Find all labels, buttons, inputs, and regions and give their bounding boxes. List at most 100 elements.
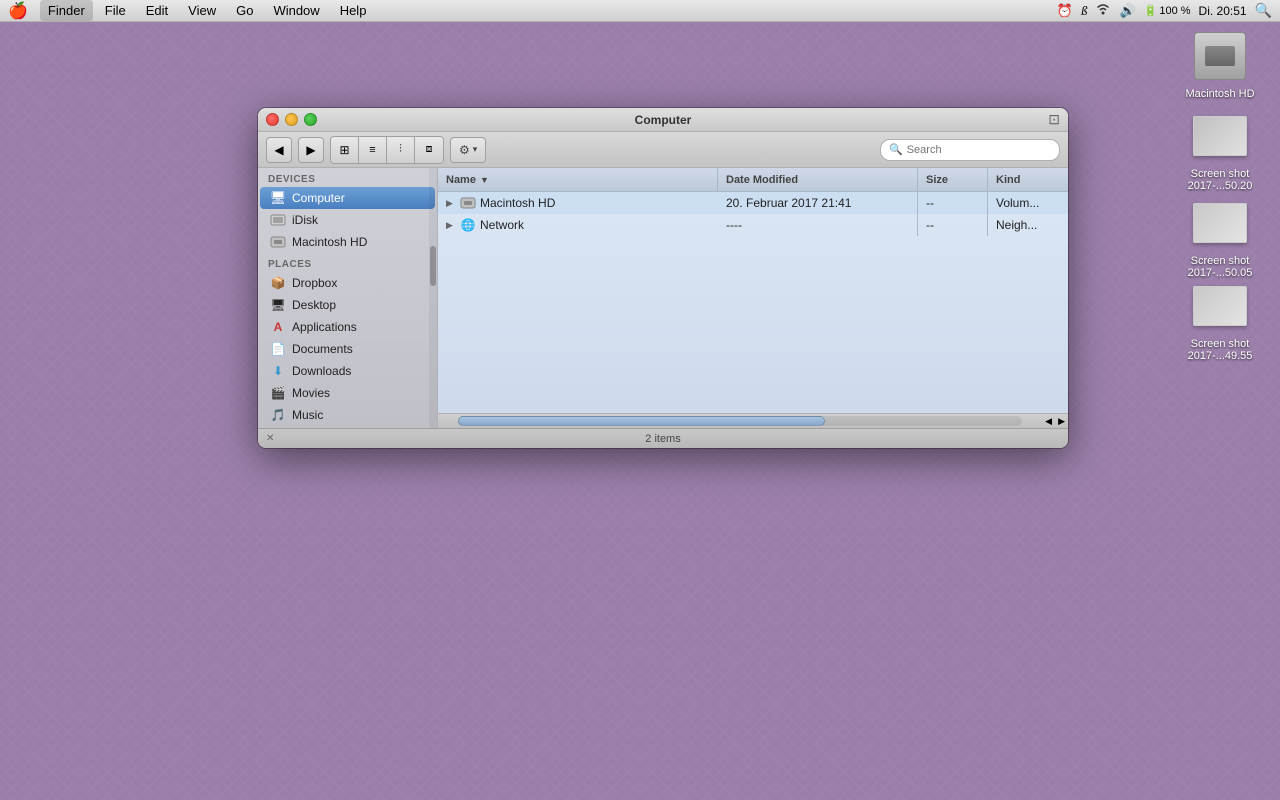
spotlight-icon[interactable]: 🔍 [1255,2,1272,19]
close-button[interactable] [266,113,279,126]
computer-icon: 🖥 [270,190,286,206]
col-kind-label: Kind [996,174,1020,186]
row-macintosh-hd-name: Macintosh HD [480,196,555,210]
sidebar-item-applications[interactable]: A Applications [260,316,435,338]
search-box[interactable]: 🔍 [880,139,1060,161]
places-section-label: PLACES [258,253,437,272]
sidebar-label-desktop: Desktop [292,298,336,312]
row-network-name: Network [480,218,524,232]
desktop-screenshot-1-label: Screen shot 2017-...50.20 [1182,168,1258,192]
battery-display: 🔋 100 % [1144,4,1191,17]
col-date-label: Date Modified [726,174,798,186]
sidebar-item-idisk[interactable]: iDisk [260,209,435,231]
window-body: DEVICES 🖥 Computer iDisk Macintosh HD PL… [258,168,1068,428]
network-row-icon: 🌐 [460,217,476,233]
macintosh-hd-row-icon [460,195,476,211]
wifi-icon[interactable] [1095,3,1111,18]
sidebar-item-computer[interactable]: 🖥 Computer [260,187,435,209]
bluetooth-icon[interactable]: ß [1081,3,1088,19]
resize-icon[interactable]: ⊡ [1048,111,1060,128]
sidebar-label-dropbox: Dropbox [292,276,337,290]
scroll-left-arrow[interactable]: ◀ [1042,416,1055,427]
sidebar-scrollthumb[interactable] [430,246,436,286]
col-name-header[interactable]: Name ▼ [438,168,718,191]
sidebar-item-macintosh-hd[interactable]: Macintosh HD [260,231,435,253]
row-macintosh-hd-size: -- [918,192,988,214]
hdd-icon-image [1192,28,1248,84]
col-date-header[interactable]: Date Modified [718,168,918,191]
hscroll-thumb[interactable] [458,416,825,426]
battery-icon[interactable]: 🔋 [1144,4,1158,17]
applications-icon: A [270,319,286,335]
menubar-view[interactable]: View [180,0,224,21]
row-network-size: -- [918,214,988,236]
minimize-button[interactable] [285,113,298,126]
idisk-icon [270,212,286,228]
action-arrow-icon: ▾ [473,144,478,155]
view-buttons: ⊞ ≡ ⫶ ⧈ [330,136,444,164]
horizontal-scrollbar: ◀ ▶ [438,413,1068,428]
toolbar: ◀ ▶ ⊞ ≡ ⫶ ⧈ ⚙ ▾ 🔍 [258,132,1068,168]
desktop-icon-macintosh-hd[interactable]: Macintosh HD [1180,28,1260,100]
sidebar-item-movies[interactable]: 🎬 Movies [260,382,435,404]
expand-arrow-network-icon[interactable]: ▶ [446,220,456,231]
menubar-help[interactable]: Help [332,0,375,21]
file-list: ▶ Macintosh HD 20. Februar 2017 21:41 --… [438,192,1068,413]
screenshot-thumb-3 [1192,278,1248,334]
row-macintosh-hd-kind: Volum... [988,192,1068,214]
desktop-sidebar-icon: 🖥 [270,297,286,313]
menubar-go[interactable]: Go [228,0,261,21]
search-input[interactable] [907,144,1051,156]
desktop-icon-screenshot-2[interactable]: Screen shot 2017-...50.05 [1180,195,1260,279]
sort-arrow-icon: ▼ [480,175,489,185]
close-panel-icon[interactable]: ✕ [266,433,274,444]
view-icon-button[interactable]: ⊞ [331,137,359,163]
desktop-icon-screenshot-3[interactable]: Screen shot 2017-...49.55 [1180,278,1260,362]
sidebar-item-music[interactable]: 🎵 Music [260,404,435,426]
menubar: 🍎 Finder File Edit View Go Window Help ⏰… [0,0,1280,22]
gear-icon: ⚙ [459,143,470,157]
expand-arrow-icon[interactable]: ▶ [446,198,456,209]
downloads-icon: ⬇ [270,363,286,379]
back-icon: ◀ [274,143,283,157]
sidebar-item-documents[interactable]: 📄 Documents [260,338,435,360]
table-row[interactable]: ▶ Macintosh HD 20. Februar 2017 21:41 --… [438,192,1068,214]
table-row[interactable]: ▶ 🌐 Network ---- -- Neigh... [438,214,1068,236]
view-column-icon: ⫶ [399,143,402,156]
dropbox-icon: 📦 [270,275,286,291]
col-kind-header[interactable]: Kind [988,168,1068,191]
back-button[interactable]: ◀ [266,137,292,163]
sidebar-label-macintosh-hd: Macintosh HD [292,235,367,249]
menubar-file[interactable]: File [97,0,134,21]
maximize-button[interactable] [304,113,317,126]
view-cover-button[interactable]: ⧈ [415,137,443,163]
window-title: Computer [635,113,692,127]
row-network-kind: Neigh... [988,214,1068,236]
menubar-finder[interactable]: Finder [40,0,93,21]
sidebar-label-documents: Documents [292,342,353,356]
desktop-screenshot-2-label: Screen shot 2017-...50.05 [1182,255,1258,279]
screenshot-thumb-1 [1192,108,1248,164]
sidebar-item-desktop[interactable]: 🖥 Desktop [260,294,435,316]
forward-button[interactable]: ▶ [298,137,324,163]
apple-menu[interactable]: 🍎 [8,1,28,21]
view-list-button[interactable]: ≡ [359,137,387,163]
menubar-right: ⏰ ß 🔊 🔋 100 % Di. 20:51 🔍 [1057,2,1272,19]
time-machine-icon[interactable]: ⏰ [1057,3,1073,19]
scroll-right-arrow[interactable]: ▶ [1055,416,1068,427]
search-icon: 🔍 [889,143,903,156]
action-button[interactable]: ⚙ ▾ [450,137,486,163]
menubar-edit[interactable]: Edit [138,0,176,21]
view-column-button[interactable]: ⫶ [387,137,415,163]
desktop-icon-screenshot-1[interactable]: Screen shot 2017-...50.20 [1180,108,1260,192]
col-size-header[interactable]: Size [918,168,988,191]
items-count: 2 items [645,433,680,445]
view-icon-icon: ⊞ [339,143,349,157]
sidebar-label-applications: Applications [292,320,357,334]
menubar-window[interactable]: Window [265,0,327,21]
volume-icon[interactable]: 🔊 [1119,3,1135,19]
window-buttons [266,113,317,126]
sidebar-item-dropbox[interactable]: 📦 Dropbox [260,272,435,294]
sidebar-item-downloads[interactable]: ⬇ Downloads [260,360,435,382]
battery-text: 100 % [1159,5,1190,17]
